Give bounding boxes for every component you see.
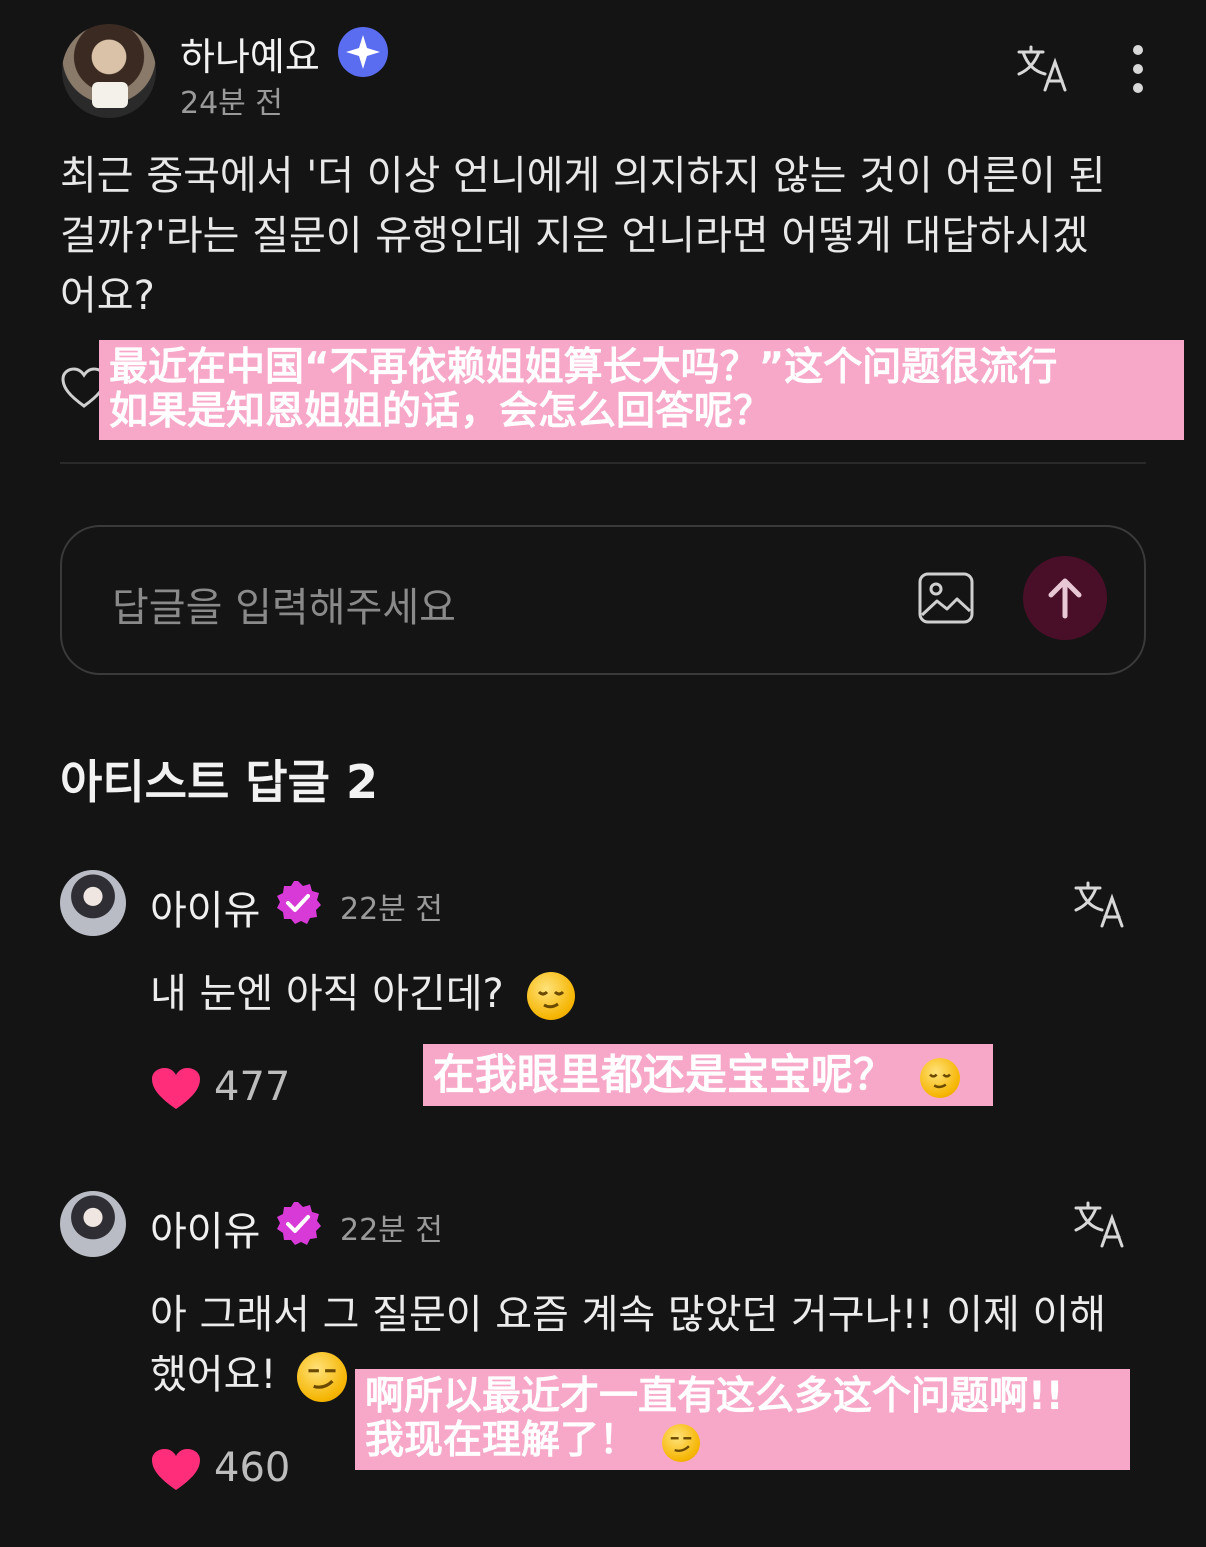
post-author-avatar[interactable] [62,24,156,118]
comment-author-avatar[interactable] [60,870,126,936]
divider [60,462,1146,464]
relieved-face-emoji [526,972,575,1020]
image-icon[interactable] [917,571,975,625]
post-author-name[interactable]: 하나예요 [180,26,320,81]
comment-author-avatar[interactable] [60,1191,126,1257]
translation-line: 在我眼里都还是宝宝呢？ [433,1050,896,1099]
translation-overlay: 最近在中国“不再依赖姐姐算长大吗？”这个问题很流行 如果是知恩姐姐的话，会怎么回… [99,340,1184,440]
section-title: 아티스트 답글 2 [60,755,378,809]
translation-line: 如果是知恩姐姐的话，会怎么回答呢？ [109,389,773,434]
heart-filled-icon[interactable] [150,1066,202,1112]
reply-input-box[interactable]: 답글을 입력해주세요 [60,525,1146,675]
more-vertical-icon[interactable] [1126,44,1150,94]
translation-line: 我现在理解了！ [365,1418,639,1463]
post-body-line: 걸까?'라는 질문이 유행인데 지은 언니라면 어떻게 대답하시겠 [60,213,1089,259]
comment-text-content: 내 눈엔 아직 아긴데? [150,971,504,1017]
comment-time: 22분 전 [340,1213,443,1248]
smirking-face-emoji [661,1423,700,1462]
post-body-line: 최근 중국에서 '더 이상 언니에게 의지하지 않는 것이 어른이 된 [60,153,1106,199]
reply-input[interactable]: 답글을 입력해주세요 [112,575,456,633]
comment-text-line: 아 그래서 그 질문이 요즘 계속 많았던 거구나!! 이제 이해 [150,1292,1107,1338]
like-count: 477 [214,1064,291,1110]
arrow-up-icon [1048,578,1082,619]
translation-overlay: 在我眼里都还是宝宝呢？ [423,1044,993,1106]
comment-time: 22분 전 [340,892,443,927]
translate-icon[interactable] [1072,880,1126,928]
comment-text: 내 눈엔 아직 아긴데? [150,964,575,1024]
verified-badge-icon [274,879,322,927]
like-count: 460 [214,1445,291,1491]
translate-icon[interactable] [1072,1200,1126,1248]
translation-line: 啊所以最近才一直有这么多这个问题啊!! [365,1374,1064,1419]
heart-filled-icon[interactable] [150,1447,202,1493]
send-button[interactable] [1023,556,1107,640]
comment-author-name[interactable]: 아이유 [150,1199,260,1257]
post-time: 24분 전 [180,86,283,121]
translation-line: 最近在中国“不再依赖姐姐算长大吗？”这个问题很流行 [109,345,1058,390]
comment-text-line: 했어요! [150,1352,277,1398]
smirking-face-emoji [297,1352,348,1402]
verified-badge-icon [274,1200,322,1248]
translate-icon[interactable] [1015,44,1069,92]
relieved-face-emoji [919,1057,960,1098]
comment-author-name[interactable]: 아이유 [150,878,260,936]
verified-badge-icon [337,26,389,78]
translation-overlay: 啊所以最近才一直有这么多这个问题啊!! 我现在理解了！ [355,1369,1130,1470]
post-body-line: 어요? [60,273,155,319]
post-body: 최근 중국에서 '더 이상 언니에게 의지하지 않는 것이 어른이 된 걸까?'… [60,146,1160,326]
